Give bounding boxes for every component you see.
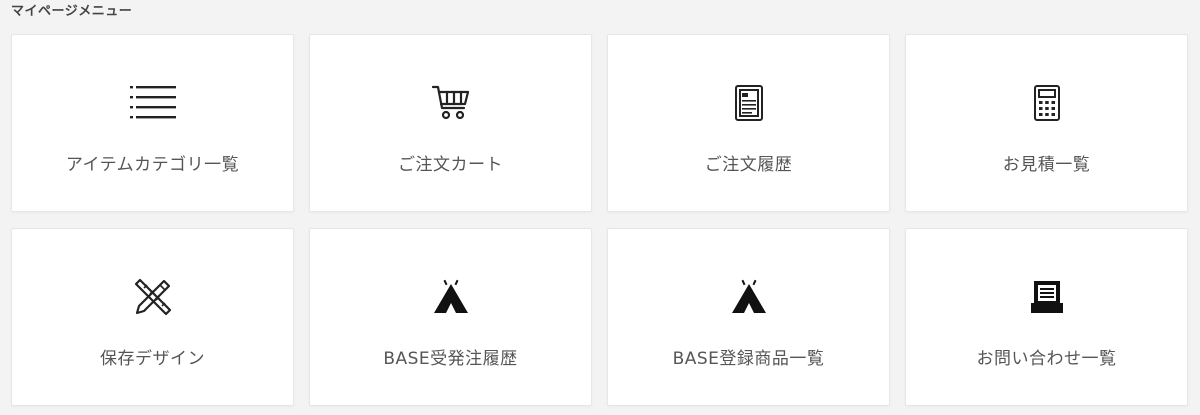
- menu-card-label: お問い合わせ一覧: [976, 349, 1117, 369]
- inquiry-document-icon: [906, 277, 1187, 317]
- menu-grid: アイテムカテゴリ一覧 ご注文カート ご注文履歴 お見積一覧 保存デザイン BAS…: [11, 34, 1189, 406]
- menu-card-label: お見積一覧: [1002, 155, 1091, 175]
- list-icon: [12, 83, 293, 123]
- design-tools-icon: [12, 277, 293, 317]
- tent-icon: [608, 277, 889, 317]
- menu-card-quote-list[interactable]: お見積一覧: [905, 34, 1188, 212]
- menu-card-base-order-history[interactable]: BASE受発注履歴: [309, 228, 592, 406]
- menu-card-label: ご注文履歴: [704, 155, 793, 175]
- menu-card-saved-designs[interactable]: 保存デザイン: [11, 228, 294, 406]
- mypage-menu-page: マイページメニュー アイテムカテゴリ一覧 ご注文カート ご注文履歴 お見積一覧 …: [0, 0, 1200, 415]
- menu-card-order-history[interactable]: ご注文履歴: [607, 34, 890, 212]
- menu-card-inquiry-list[interactable]: お問い合わせ一覧: [905, 228, 1188, 406]
- tent-icon: [310, 277, 591, 317]
- menu-card-label: BASE登録商品一覧: [672, 349, 825, 369]
- menu-card-label: BASE受発注履歴: [383, 349, 518, 369]
- menu-card-label: 保存デザイン: [100, 349, 205, 369]
- menu-card-label: アイテムカテゴリ一覧: [65, 155, 240, 175]
- order-history-icon: [608, 83, 889, 123]
- menu-card-item-category[interactable]: アイテムカテゴリ一覧: [11, 34, 294, 212]
- menu-card-label: ご注文カート: [398, 155, 503, 175]
- section-title: マイページメニュー: [11, 4, 133, 19]
- calculator-icon: [906, 83, 1187, 123]
- shopping-cart-icon: [310, 83, 591, 123]
- menu-card-base-products[interactable]: BASE登録商品一覧: [607, 228, 890, 406]
- menu-card-order-cart[interactable]: ご注文カート: [309, 34, 592, 212]
